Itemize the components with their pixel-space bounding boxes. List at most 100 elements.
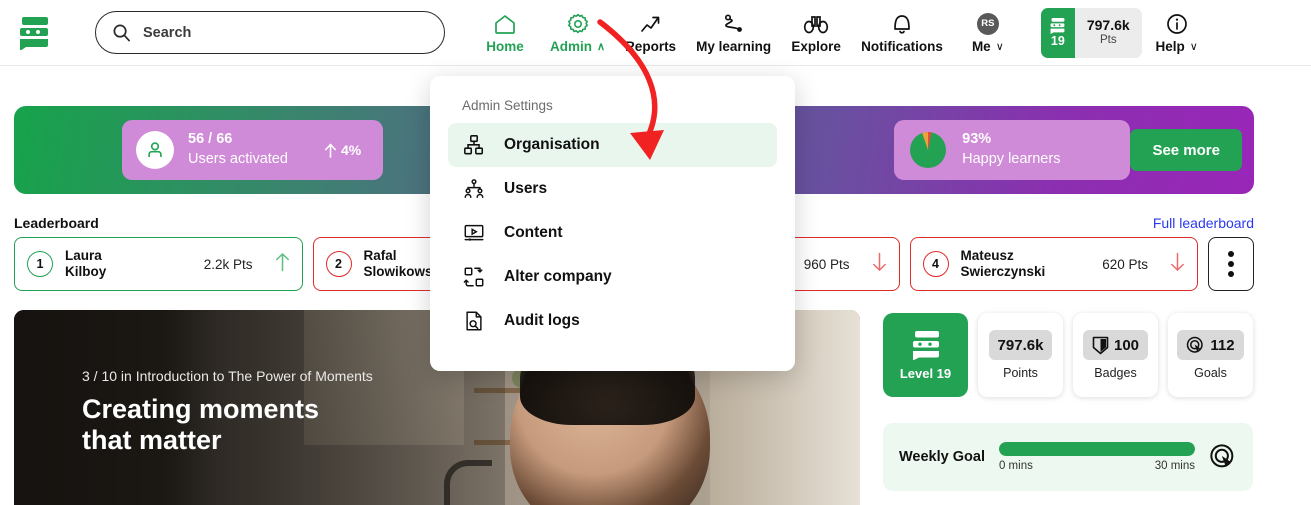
progress-min-label: 0 mins	[998, 460, 1033, 472]
top-navigation-bar: Home Admin ∧	[0, 0, 1311, 66]
stat-card-badges[interactable]: 100 Badges	[1073, 313, 1158, 397]
leaderboard-title: Leaderboard	[14, 215, 99, 231]
badges-label: Badges	[1094, 366, 1137, 380]
nav-label-admin: Admin	[550, 39, 592, 54]
happy-learners-chip[interactable]: 93% Happy learners	[894, 120, 1131, 180]
progress-legend: 0 mins 30 mins	[999, 460, 1195, 472]
stat-card-goals[interactable]: 112 Goals	[1168, 313, 1253, 397]
points-badge[interactable]: 19 797.6k Pts	[1040, 7, 1142, 58]
rank-badge: 1	[27, 251, 53, 277]
weekly-goal-card[interactable]: Weekly Goal 0 mins 30 mins	[883, 423, 1253, 491]
name-line-2: Kilboy	[65, 264, 107, 279]
goals-pill: 112	[1177, 330, 1244, 360]
nav-label-notifications: Notifications	[861, 39, 943, 54]
dropdown-item-audit-logs[interactable]: Audit logs	[448, 299, 777, 343]
happy-learners-value: 93%	[962, 131, 992, 148]
happy-learners-label: Happy learners	[962, 151, 1061, 167]
rank-badge: 2	[325, 251, 352, 277]
progress-fill	[998, 442, 1195, 456]
points-label: Points	[1003, 366, 1038, 380]
users-hierarchy-icon	[462, 178, 486, 200]
nav-item-explore[interactable]: Explore	[781, 0, 851, 66]
dropdown-item-content[interactable]: Content	[448, 211, 777, 255]
name-line-2: Swierczynski	[960, 264, 1046, 279]
dropdown-label: Audit logs	[504, 312, 580, 329]
name-line-1: Mateusz	[960, 247, 1014, 263]
gear-icon	[566, 11, 590, 36]
bell-icon	[891, 11, 913, 36]
dropdown-item-alter-company[interactable]: Alter company	[448, 255, 777, 299]
points-value: 797.6k	[997, 336, 1044, 354]
user-stats-row: Level 19 797.6k Points 100 Badges 112 Go…	[883, 313, 1253, 397]
rank-badge: 4	[922, 251, 949, 277]
dot	[1228, 261, 1234, 267]
weekly-goal-title: Weekly Goal	[899, 449, 985, 465]
leaderboard-more-options-button[interactable]	[1208, 237, 1254, 291]
search-input[interactable]	[143, 24, 428, 41]
avatar: RS	[976, 11, 999, 36]
leaderboard-card-1[interactable]: 1 Laura Kilboy 2.2k Pts	[14, 237, 303, 291]
nav-items: Home Admin ∧ Reports My learning Explore…	[470, 0, 1212, 66]
learnamp-mark-icon	[912, 330, 939, 360]
video-title-line-2: that matter	[82, 425, 222, 456]
user-icon	[136, 131, 174, 169]
points-value-container: 797.6k Pts	[1074, 7, 1142, 58]
avatar-initials: RS	[976, 12, 999, 35]
level-label: Level 19	[899, 365, 952, 381]
chevron-up-icon: ∧	[597, 41, 606, 53]
users-activated-delta: 4%	[324, 142, 361, 158]
nav-item-admin[interactable]: Admin ∧	[540, 0, 615, 66]
video-text-block: 3 / 10 in Introduction to The Power of M…	[82, 368, 502, 457]
document-search-icon	[462, 310, 486, 332]
home-icon	[493, 11, 517, 36]
weekly-goal-progress: 0 mins 30 mins	[998, 442, 1195, 472]
leaderboard-name: Mateusz Swierczynski	[961, 248, 1091, 280]
happy-learners-pie-chart	[908, 130, 948, 170]
leaderboard-name: Laura Kilboy	[65, 248, 192, 280]
search-box[interactable]	[95, 11, 445, 54]
nav-label-explore: Explore	[791, 39, 841, 54]
leaderboard-points: 960 Pts	[803, 256, 850, 272]
badges-pill: 100	[1082, 330, 1149, 360]
users-activated-value: 56 / 66	[188, 131, 233, 148]
dropdown-label: Content	[504, 224, 563, 241]
nav-label-my-learning: My learning	[696, 39, 772, 54]
trend-down-icon	[872, 252, 887, 277]
dropdown-item-users[interactable]: Users	[448, 167, 777, 211]
swap-company-icon	[462, 266, 486, 288]
points-unit: Pts	[1099, 34, 1117, 46]
stat-card-points[interactable]: 797.6k Points	[978, 313, 1063, 397]
nav-item-help[interactable]: Help ∨	[1142, 0, 1212, 66]
leaderboard-card-4[interactable]: 4 Mateusz Swierczynski 620 Pts	[909, 237, 1198, 291]
dropdown-label: Organisation	[504, 136, 600, 153]
progress-max-label: 30 mins	[1154, 460, 1195, 472]
nav-item-notifications[interactable]: Notifications	[851, 0, 953, 66]
learning-path-icon	[721, 11, 747, 36]
nav-label-help: Help	[1155, 39, 1185, 54]
nav-item-my-learning[interactable]: My learning	[686, 0, 781, 66]
nav-item-reports[interactable]: Reports	[615, 0, 686, 66]
target-icon	[1187, 336, 1204, 353]
nav-item-me[interactable]: RS Me ∨	[953, 0, 1023, 66]
goals-label: Goals	[1194, 366, 1227, 380]
dot	[1228, 271, 1234, 277]
dropdown-item-organisation[interactable]: Organisation	[448, 123, 777, 167]
admin-settings-dropdown: Admin Settings Organisation Users Conten…	[430, 76, 795, 371]
badge-icon	[1092, 336, 1109, 354]
stat-card-level[interactable]: Level 19	[883, 313, 968, 397]
nav-label-home: Home	[486, 39, 524, 54]
chevron-down-icon: ∨	[995, 41, 1004, 53]
users-activated-chip[interactable]: 56 / 66 Users activated 4%	[122, 120, 384, 180]
progress-track	[998, 442, 1195, 456]
nav-item-home[interactable]: Home	[470, 0, 540, 66]
full-leaderboard-link[interactable]: Full leaderboard	[1153, 215, 1254, 231]
logo-container[interactable]	[0, 16, 70, 50]
leaderboard-points: 2.2k Pts	[203, 256, 253, 272]
org-chart-icon	[462, 134, 486, 156]
level-badge: 19	[1040, 7, 1075, 58]
see-more-button[interactable]: See more	[1130, 129, 1242, 171]
points-pill: 797.6k	[988, 330, 1053, 360]
nav-label-reports: Reports	[625, 39, 677, 54]
chevron-down-icon: ∨	[1189, 41, 1198, 53]
target-cursor-icon	[1209, 443, 1237, 471]
